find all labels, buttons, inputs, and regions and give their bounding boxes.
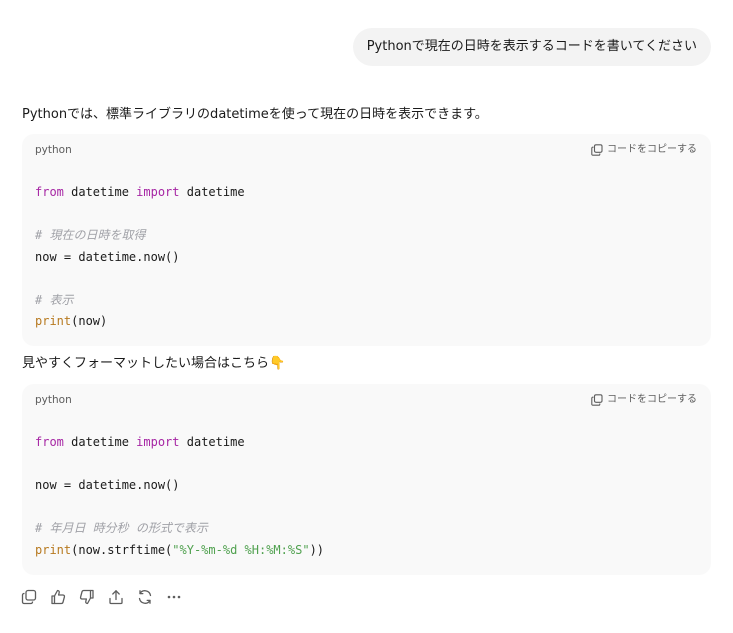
thumbs-up-button[interactable] (49, 588, 67, 606)
copy-code-button[interactable]: コードをコピーする (591, 142, 697, 158)
code-block-header: python コードをコピーする (35, 142, 697, 158)
copy-code-label: コードをコピーする (607, 144, 697, 155)
code-content: from datetime import datetime now = date… (35, 432, 324, 561)
user-message-bubble: Pythonで現在の日時を表示するコードを書いてください (352, 28, 711, 66)
copy-icon (591, 394, 603, 406)
code-token: datetime (63, 435, 137, 449)
code-token: now = datetime.now() (35, 249, 180, 264)
code-token: )) (309, 542, 325, 557)
code-language-label: python (35, 144, 72, 156)
copy-icon (21, 589, 37, 605)
pointing-down-icon: 👇 (269, 356, 286, 371)
copy-icon (591, 144, 603, 156)
more-options-button[interactable] (165, 588, 183, 606)
code-block-header: python コードをコピーする (35, 392, 697, 408)
code-token: import (136, 185, 180, 199)
code-token: (now) (71, 314, 108, 328)
code-token: from (35, 435, 64, 449)
copy-code-button[interactable]: コードをコピーする (591, 392, 697, 408)
code-language-label: python (35, 394, 72, 406)
code-block-2: python コードをコピーする from datetime import da… (22, 384, 711, 575)
share-icon (108, 589, 124, 605)
code-token: import (136, 435, 180, 449)
code-comment: # 現在の日時を取得 (35, 228, 146, 242)
mid-text-label: 見やすくフォーマットしたい場合はこちら (22, 356, 270, 371)
message-actions (20, 587, 183, 607)
code-content: from datetime import datetime # 現在の日時を取得… (35, 182, 245, 333)
copy-message-button[interactable] (20, 588, 38, 606)
assistant-mid-text: 見やすくフォーマットしたい場合はこちら👇 (22, 354, 285, 374)
code-token: (now.strftime( (71, 542, 173, 557)
code-token: datetime (179, 435, 245, 449)
code-token: print (35, 542, 72, 557)
code-token: datetime (179, 185, 245, 199)
code-token: now = datetime.now() (35, 478, 180, 492)
thumbs-down-icon (79, 589, 95, 605)
thumbs-up-icon (50, 589, 66, 605)
regenerate-icon (137, 589, 153, 605)
code-string: "%Y-%m-%d %H:%M:%S" (172, 542, 310, 557)
code-token: from (35, 185, 64, 199)
regenerate-button[interactable] (136, 588, 154, 606)
user-message-text: Pythonで現在の日時を表示するコードを書いてください (366, 39, 697, 54)
code-token: print (35, 314, 72, 328)
more-icon (166, 589, 182, 605)
code-token: datetime (63, 185, 137, 199)
code-comment: # 年月日 時分秒 の形式で表示 (35, 521, 208, 535)
assistant-intro-text: Pythonでは、標準ライブラリのdatetimeを使って現在の日時を表示できま… (22, 107, 488, 122)
code-comment: # 表示 (35, 292, 74, 307)
code-block-1: python コードをコピーする from datetime import da… (22, 134, 711, 346)
share-button[interactable] (107, 588, 125, 606)
copy-code-label: コードをコピーする (607, 394, 697, 405)
thumbs-down-button[interactable] (78, 588, 96, 606)
